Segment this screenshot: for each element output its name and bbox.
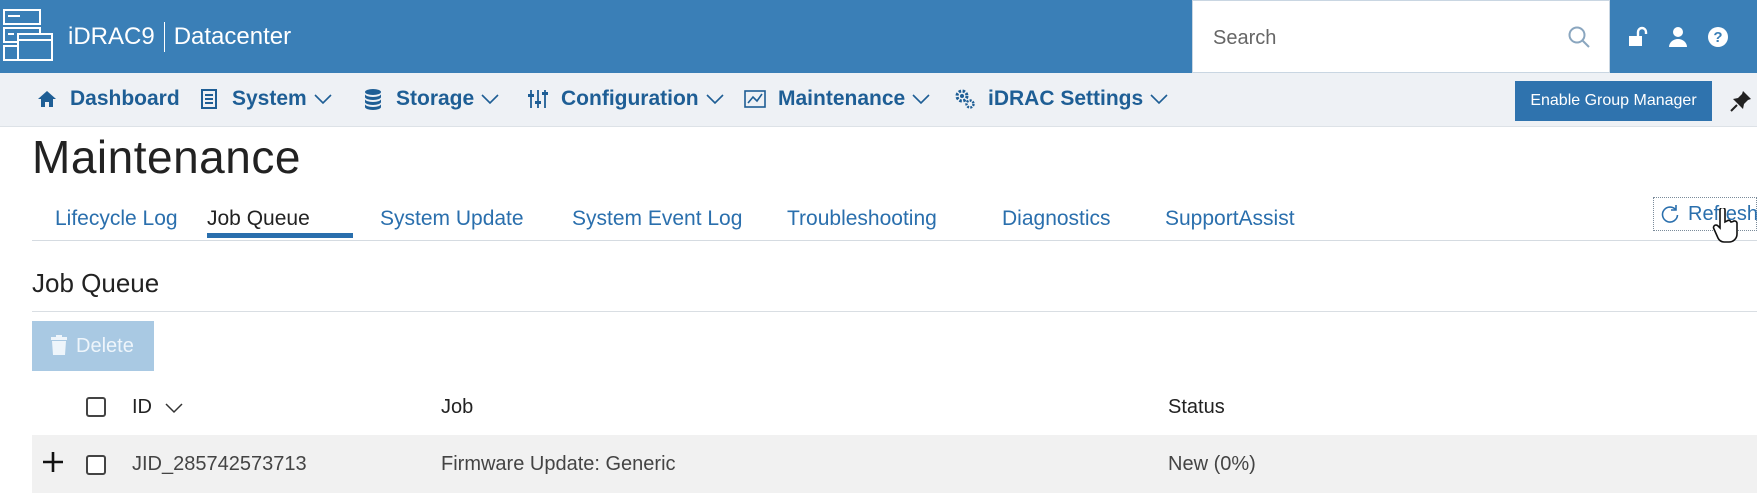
search-icon[interactable]	[1567, 25, 1591, 49]
column-header-job: Job	[441, 396, 474, 418]
tab-bar: Lifecycle Log Job Queue System Update Sy…	[32, 195, 1757, 241]
chevron-down-icon	[1149, 92, 1169, 106]
nav-idrac-settings-label: iDRAC Settings	[988, 87, 1144, 110]
tab-troubleshooting[interactable]: Troubleshooting	[787, 207, 937, 231]
database-icon	[362, 88, 384, 110]
column-header-id[interactable]: ID	[132, 396, 184, 419]
search-input[interactable]	[1213, 23, 1553, 53]
nav-storage-label: Storage	[396, 87, 475, 110]
chevron-down-icon	[911, 92, 931, 106]
table-header: ID Job Status	[32, 382, 1757, 432]
job-id-cell: JID_285742573713	[132, 453, 307, 475]
job-status-cell: New (0%)	[1168, 453, 1256, 475]
app-title: iDRAC9 Datacenter	[68, 22, 291, 52]
refresh-icon	[1660, 204, 1680, 224]
help-icon[interactable]: ?	[1706, 25, 1730, 49]
nav-dashboard-label: Dashboard	[70, 87, 180, 110]
chevron-down-icon	[705, 92, 725, 106]
server-logo-icon	[3, 9, 53, 61]
nav-system-label: System	[232, 87, 307, 110]
expand-plus-icon[interactable]	[40, 449, 66, 475]
tab-system-event-log[interactable]: System Event Log	[572, 207, 742, 231]
select-all-checkbox[interactable]	[86, 397, 106, 417]
sliders-icon	[527, 88, 549, 110]
chevron-down-icon	[313, 92, 333, 106]
job-name-cell: Firmware Update: Generic	[441, 453, 676, 475]
chart-icon	[744, 88, 766, 110]
svg-text:?: ?	[1713, 29, 1722, 46]
hand-cursor-icon	[1712, 208, 1738, 243]
nav-dashboard[interactable]: Dashboard	[36, 87, 180, 111]
server-icon	[198, 88, 220, 110]
sort-chevron-down-icon	[165, 403, 183, 413]
nav-configuration-label: Configuration	[561, 87, 699, 110]
trash-icon	[50, 335, 70, 357]
header-icons: ?	[1612, 0, 1730, 73]
search-box	[1192, 0, 1610, 73]
delete-button[interactable]: Delete	[32, 321, 154, 371]
tab-diagnostics[interactable]: Diagnostics	[1002, 207, 1111, 231]
pin-icon[interactable]	[1728, 88, 1754, 114]
nav-maintenance[interactable]: Maintenance	[744, 87, 931, 111]
product-name: iDRAC9	[68, 23, 155, 50]
title-divider	[163, 22, 165, 52]
refresh-button[interactable]: Refresh	[1653, 197, 1757, 231]
row-checkbox[interactable]	[86, 455, 106, 475]
column-header-id-label: ID	[132, 396, 152, 418]
nav-idrac-settings[interactable]: iDRAC Settings	[954, 87, 1169, 111]
active-tab-indicator	[207, 233, 353, 238]
page-title: Maintenance	[32, 131, 301, 183]
section-title: Job Queue	[32, 268, 160, 298]
user-icon[interactable]	[1666, 25, 1690, 49]
tab-supportassist[interactable]: SupportAssist	[1165, 207, 1295, 231]
home-icon	[36, 88, 58, 110]
chevron-down-icon	[480, 92, 500, 106]
unlock-icon[interactable]	[1626, 25, 1650, 49]
column-header-status: Status	[1168, 396, 1225, 418]
nav-storage[interactable]: Storage	[362, 87, 500, 111]
gears-icon	[954, 88, 976, 110]
section-divider	[32, 311, 1757, 312]
table-row: JID_285742573713 Firmware Update: Generi…	[32, 435, 1757, 493]
tab-lifecycle-log[interactable]: Lifecycle Log	[55, 207, 178, 231]
nav-system[interactable]: System	[198, 87, 333, 111]
main-nav: Dashboard System Storage Configuration M…	[0, 73, 1757, 127]
tab-job-queue[interactable]: Job Queue	[207, 207, 310, 231]
nav-maintenance-label: Maintenance	[778, 87, 906, 110]
enable-group-manager-button[interactable]: Enable Group Manager	[1515, 81, 1712, 121]
tab-system-update[interactable]: System Update	[380, 207, 524, 231]
delete-label: Delete	[76, 334, 134, 357]
nav-configuration[interactable]: Configuration	[527, 87, 725, 111]
product-edition: Datacenter	[173, 23, 292, 50]
